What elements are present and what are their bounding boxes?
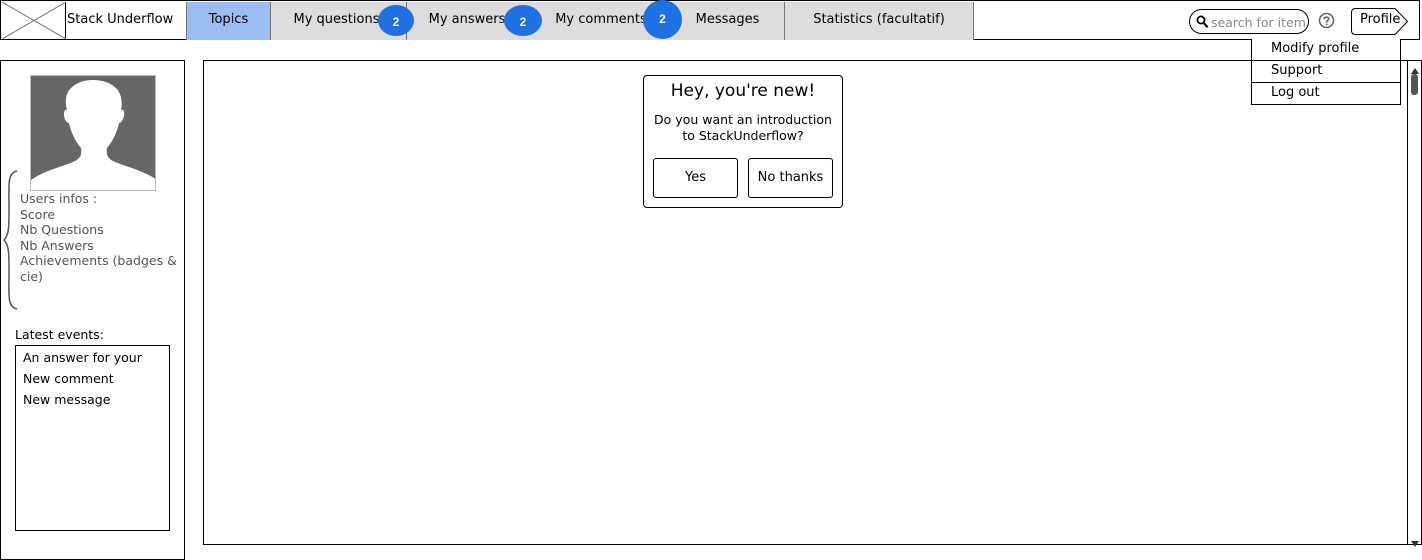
latest-events-list[interactable]: An answer for your New comment New messa… — [15, 345, 170, 531]
menu-item-modify-profile[interactable]: Modify profile — [1251, 39, 1401, 61]
welcome-dialog: Hey, you're new! Do you want an introduc… — [643, 75, 843, 208]
scroll-down-arrow-icon[interactable] — [1411, 536, 1419, 551]
my-answers-count-badge: 2 — [504, 5, 542, 36]
my-questions-count-badge: 2 — [378, 5, 414, 36]
scrollbar-thumb[interactable] — [1411, 74, 1418, 95]
menu-item-support[interactable]: Support — [1251, 61, 1401, 83]
app-title: Stack Underflow — [67, 12, 174, 27]
menu-item-log-out[interactable]: Log out — [1251, 83, 1401, 105]
top-navigation-bar: Stack Underflow Topics My questions My a… — [0, 0, 1420, 40]
curly-brace-icon — [2, 169, 19, 315]
user-info-nb-answers: Nb Answers — [20, 237, 94, 253]
logo-placeholder-image — [2, 2, 66, 39]
tab-my-answers-label: My answers — [428, 12, 506, 27]
tab-my-comments-label: My comments — [555, 12, 647, 27]
list-item[interactable]: New comment — [16, 370, 169, 391]
user-info-score: Score — [20, 206, 56, 222]
no-thanks-button[interactable]: No thanks — [748, 158, 833, 198]
user-info-heading: Users infos : — [20, 191, 98, 206]
list-item[interactable]: An answer for your — [16, 349, 169, 370]
profile-button-label: Profile — [1360, 12, 1401, 27]
latest-events-title: Latest events: — [15, 327, 104, 342]
user-info-nb-questions: Nb Questions — [20, 222, 104, 238]
tab-messages[interactable]: Messages — [671, 2, 784, 40]
user-info-list: Users infos : Score Nb Questions Nb Answ… — [20, 191, 180, 285]
tab-topics[interactable]: Topics — [186, 2, 270, 40]
search-box[interactable] — [1189, 9, 1309, 34]
my-comments-count-badge: 2 — [643, 0, 682, 39]
vertical-scrollbar[interactable] — [1407, 61, 1421, 547]
tab-statistics[interactable]: Statistics (facultatif) — [784, 2, 974, 40]
user-sidebar: Users infos : Score Nb Questions Nb Answ… — [0, 60, 185, 560]
dialog-message: Do you want an introduction to StackUnde… — [654, 112, 832, 143]
dialog-title: Hey, you're new! — [670, 81, 816, 101]
profile-dropdown-menu: Modify profile Support Log out — [1251, 39, 1401, 105]
yes-button[interactable]: Yes — [653, 158, 738, 198]
avatar — [30, 75, 156, 191]
search-icon — [1196, 15, 1209, 32]
list-item[interactable]: New message — [16, 391, 169, 412]
help-icon[interactable] — [1318, 12, 1335, 33]
tab-my-questions-label: My questions — [293, 12, 380, 27]
user-info-achievements: Achievements (badges & cie) — [20, 253, 177, 284]
search-input[interactable] — [1211, 13, 1307, 31]
